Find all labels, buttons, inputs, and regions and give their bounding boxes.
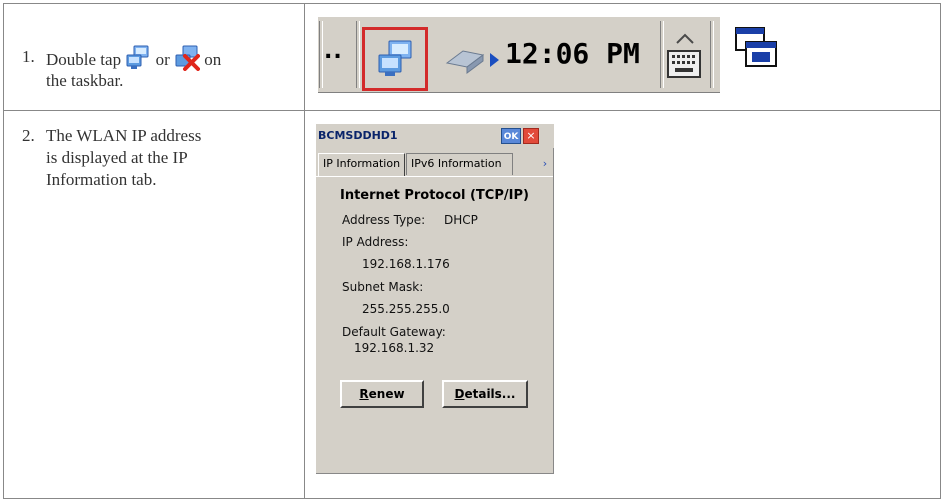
renew-button[interactable]: Renew — [340, 380, 424, 408]
step-2: 2. The WLAN IP address is displayed at t… — [22, 124, 292, 196]
tab-ipv6-information[interactable]: IPv6 Information — [406, 153, 513, 175]
step-1-prefix: Double tap — [46, 50, 122, 69]
tab-divider — [316, 176, 553, 177]
row-divider — [4, 110, 940, 111]
step-2-number: 2. — [22, 126, 35, 145]
network-adapter-icon[interactable] — [443, 45, 501, 75]
step-1-on: on — [204, 50, 222, 69]
step-1-or: or — [155, 50, 170, 69]
details-button[interactable]: Details... — [442, 380, 528, 408]
details-accelerator: D — [454, 387, 465, 401]
network-disconnected-icon — [174, 45, 200, 71]
ip-address-label: IP Address: — [342, 235, 409, 249]
default-gateway-label: Default Gateway: — [342, 325, 446, 339]
renew-label: enew — [368, 387, 405, 401]
taskbar-separator — [319, 21, 323, 88]
subnet-mask-value: 255.255.255.0 — [362, 302, 450, 316]
step-2-line-2: is displayed at the IP — [46, 148, 188, 167]
renew-accelerator: R — [359, 387, 369, 401]
taskbar-clock[interactable]: 12:06 PM — [505, 37, 640, 70]
taskbar-separator — [660, 21, 664, 88]
default-gateway-value: 192.168.1.32 — [354, 341, 435, 355]
tab-ip-information[interactable]: IP Information — [318, 153, 405, 177]
ip-address-value: 192.168.1.176 — [362, 257, 450, 271]
taskbar-separator — [710, 21, 714, 88]
details-label: etails... — [464, 387, 516, 401]
subnet-mask-label: Subnet Mask: — [342, 280, 424, 294]
windows-switch-icon[interactable] — [734, 26, 784, 78]
taskbar-separator — [356, 21, 360, 88]
dialog-title-bar: BCMSDDHD1 OK × — [316, 124, 554, 148]
column-divider — [304, 4, 305, 498]
section-title: Internet Protocol (TCP/IP) — [340, 188, 529, 203]
step-1-number: 1. — [22, 47, 35, 66]
network-connected-icon — [125, 45, 151, 71]
step-1-suffix: the taskbar. — [46, 71, 124, 90]
step-1: 1. Double tap or on the taskbar. — [22, 45, 292, 95]
ok-button[interactable]: OK — [501, 128, 521, 144]
step-2-line-3: Information tab. — [46, 170, 157, 189]
highlight-box — [362, 27, 428, 91]
step-2-line-1: The WLAN IP address — [46, 126, 202, 145]
step-1-text: Double tap or on — [46, 45, 221, 71]
taskbar: .. 12:06 PM — [318, 16, 720, 93]
dialog-title: BCMSDDHD1 — [318, 129, 398, 142]
address-type-label: Address Type: — [342, 213, 426, 227]
taskbar-overflow[interactable]: .. — [324, 39, 343, 64]
address-type-value: DHCP — [444, 213, 478, 227]
tab-scroll-right-icon[interactable]: › — [538, 156, 552, 172]
close-button[interactable]: × — [523, 128, 539, 144]
wlan-status-dialog: BCMSDDHD1 OK × IP Information IPv6 Infor… — [316, 124, 554, 474]
keyboard-icon[interactable] — [665, 31, 703, 83]
